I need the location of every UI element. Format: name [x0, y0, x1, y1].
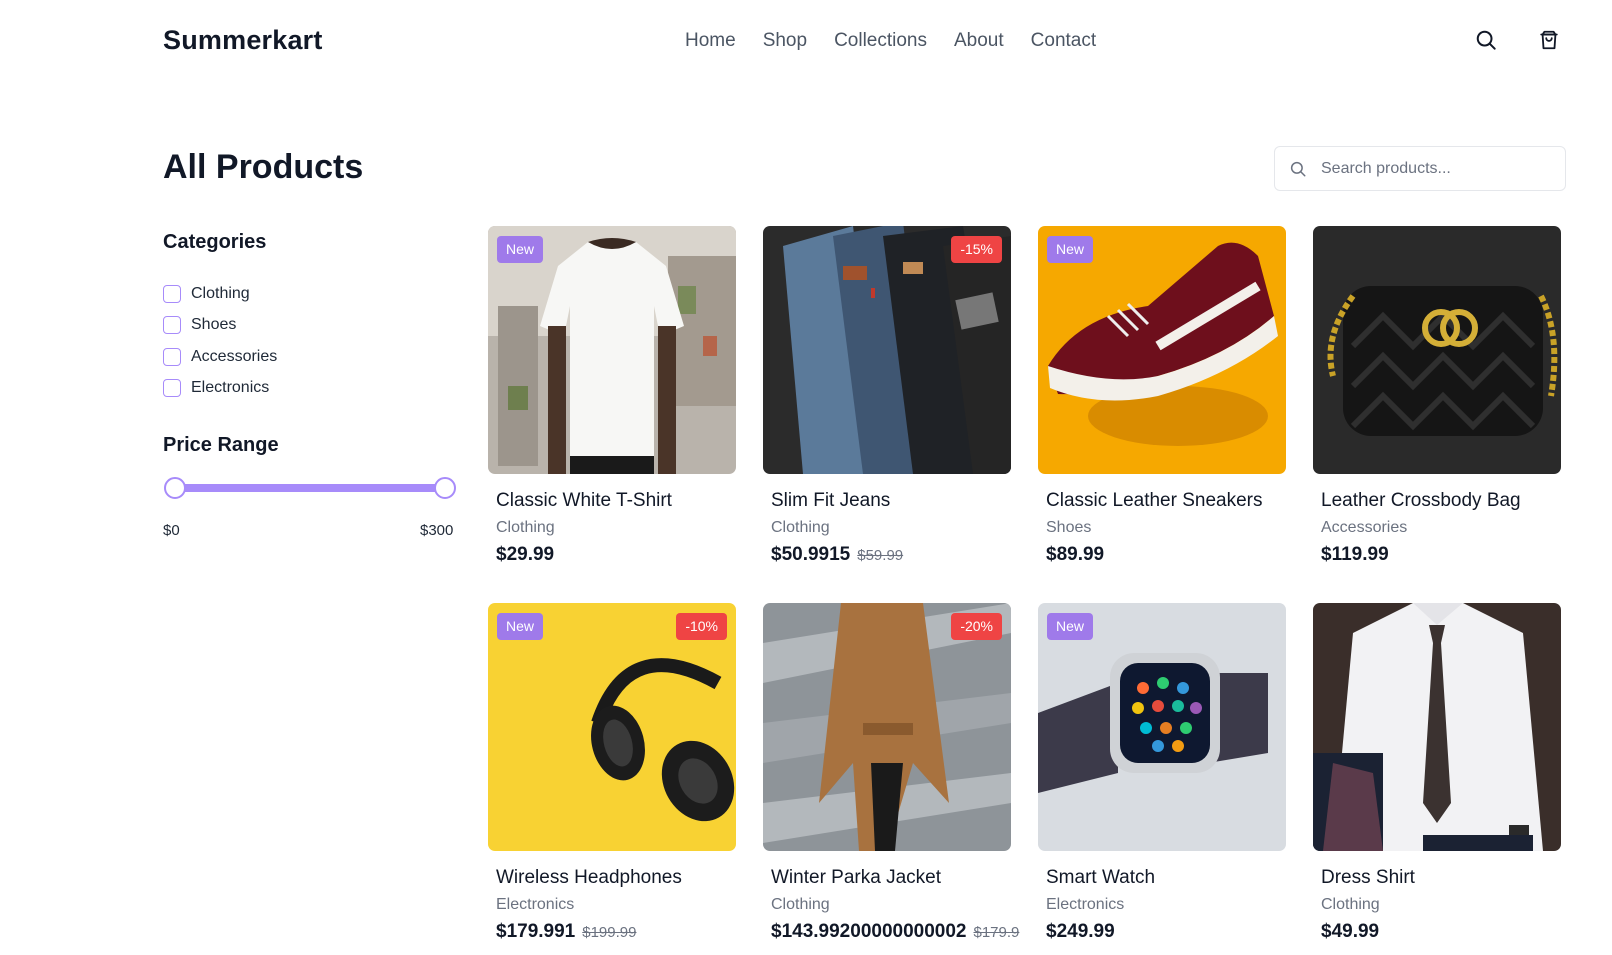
product-card[interactable]: New Smart Watch Electronics $249.99 — [1038, 603, 1286, 943]
product-image-bag — [1313, 226, 1561, 474]
product-image-watch: New — [1038, 603, 1286, 851]
nav-about[interactable]: About — [954, 30, 1004, 52]
categories-heading: Categories — [163, 231, 267, 253]
site-logo[interactable]: Summerkart — [163, 25, 323, 56]
price-row: $179.991 $199.99 — [496, 921, 736, 943]
price-range-slider[interactable] — [164, 477, 456, 499]
site-header: Summerkart Home Shop Collections About C… — [0, 0, 1612, 82]
badge-new: New — [497, 236, 544, 263]
slider-track — [175, 484, 445, 492]
product-image-tshirt: New — [488, 226, 736, 474]
main-nav: Home Shop Collections About Contact — [685, 30, 1123, 52]
badge-discount: -15% — [951, 236, 1002, 263]
product-image-jeans: -15% — [763, 226, 1011, 474]
category-shoes[interactable]: Shoes — [163, 310, 277, 342]
checkbox[interactable] — [163, 379, 181, 398]
product-image-sneakers: New — [1038, 226, 1286, 474]
product-old-price: $199.99 — [582, 924, 637, 941]
product-price: $143.99200000000002 — [771, 921, 967, 942]
nav-home[interactable]: Home — [685, 30, 736, 52]
product-category: Electronics — [496, 896, 575, 913]
category-label: Shoes — [191, 316, 237, 334]
category-filter-list: Clothing Shoes Accessories Electronics — [163, 278, 277, 404]
category-clothing[interactable]: Clothing — [163, 278, 277, 310]
category-label: Clothing — [191, 284, 250, 302]
product-image-parka: -20% — [763, 603, 1011, 851]
search-icon[interactable] — [1474, 28, 1498, 52]
category-label: Electronics — [191, 379, 270, 397]
checkbox[interactable] — [163, 347, 181, 366]
product-name[interactable]: Smart Watch — [1046, 867, 1286, 889]
cart-icon[interactable] — [1537, 28, 1561, 52]
category-label: Accessories — [191, 347, 278, 365]
badge-discount: -20% — [951, 613, 1002, 640]
nav-shop[interactable]: Shop — [763, 30, 807, 52]
product-card[interactable]: -15% Slim Fit Jeans Clothing $50.9915 $59… — [763, 226, 1011, 566]
product-name[interactable]: Wireless Headphones — [496, 867, 736, 889]
product-price: $89.99 — [1046, 544, 1105, 565]
page-title: All Products — [163, 148, 364, 186]
product-category: Shoes — [1046, 519, 1092, 536]
slider-thumb-min[interactable] — [164, 477, 186, 499]
product-category: Clothing — [496, 519, 555, 536]
price-range-heading: Price Range — [163, 434, 279, 456]
product-category: Accessories — [1321, 519, 1408, 536]
badge-new: New — [1047, 236, 1094, 263]
product-price: $179.991 — [496, 921, 576, 942]
product-price: $50.9915 — [771, 544, 851, 565]
badge-new: New — [497, 613, 544, 640]
badge-new: New — [1047, 613, 1094, 640]
search-box[interactable] — [1274, 146, 1566, 191]
product-price: $119.99 — [1321, 544, 1389, 565]
product-card[interactable]: -20% Winter Parka Jacket Clothing $143.9… — [763, 603, 1019, 943]
price-row: $49.99 — [1321, 921, 1561, 943]
price-row: $119.99 — [1321, 544, 1561, 566]
checkbox[interactable] — [163, 284, 181, 303]
product-old-price: $179.9 — [973, 924, 1020, 941]
product-category: Clothing — [1321, 896, 1380, 913]
product-image-headphones: New -10% — [488, 603, 736, 851]
product-name[interactable]: Leather Crossbody Bag — [1321, 490, 1561, 512]
price-row: $143.99200000000002 $179.9 — [771, 921, 1019, 943]
product-card[interactable]: Leather Crossbody Bag Accessories $119.9… — [1313, 226, 1561, 566]
product-name[interactable]: Winter Parka Jacket — [771, 867, 1011, 889]
product-category: Clothing — [771, 519, 830, 536]
product-name[interactable]: Classic Leather Sneakers — [1046, 490, 1286, 512]
category-accessories[interactable]: Accessories — [163, 341, 277, 373]
product-old-price: $59.99 — [857, 547, 904, 564]
price-row: $29.99 — [496, 544, 736, 566]
product-name[interactable]: Dress Shirt — [1321, 867, 1561, 889]
price-min-label: $0 — [163, 522, 180, 539]
product-name[interactable]: Classic White T-Shirt — [496, 490, 736, 512]
price-row: $249.99 — [1046, 921, 1286, 943]
product-card[interactable]: New Classic Leather Sneakers Shoes $89.9… — [1038, 226, 1286, 566]
price-max-label: $300 — [420, 522, 454, 539]
product-category: Electronics — [1046, 896, 1125, 913]
product-category: Clothing — [771, 896, 830, 913]
product-card[interactable]: New -10% Wireless Headphones Electronics… — [488, 603, 736, 943]
price-row: $50.9915 $59.99 — [771, 544, 1011, 566]
category-electronics[interactable]: Electronics — [163, 373, 277, 405]
nav-contact[interactable]: Contact — [1031, 30, 1096, 52]
slider-thumb-max[interactable] — [434, 477, 456, 499]
product-name[interactable]: Slim Fit Jeans — [771, 490, 1011, 512]
search-input[interactable] — [1321, 159, 1551, 178]
search-icon — [1289, 159, 1309, 179]
product-price: $249.99 — [1046, 921, 1115, 942]
badge-discount: -10% — [676, 613, 727, 640]
nav-collections[interactable]: Collections — [834, 30, 927, 52]
price-row: $89.99 — [1046, 544, 1286, 566]
product-card[interactable]: Dress Shirt Clothing $49.99 — [1313, 603, 1561, 943]
checkbox[interactable] — [163, 316, 181, 335]
product-card[interactable]: New Classic White T-Shirt Clothing $29.9… — [488, 226, 736, 566]
product-price: $49.99 — [1321, 921, 1380, 942]
product-image-dress-shirt — [1313, 603, 1561, 851]
product-price: $29.99 — [496, 544, 555, 565]
